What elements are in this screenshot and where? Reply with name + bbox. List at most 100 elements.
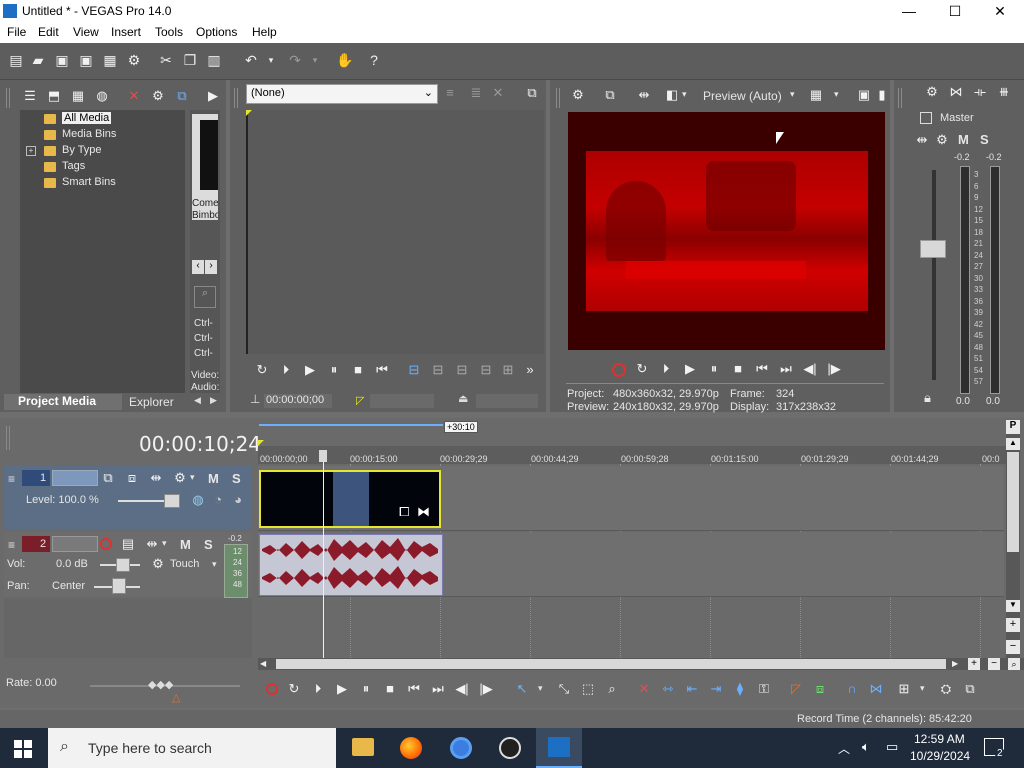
panel-grip[interactable] bbox=[6, 88, 12, 108]
master-io-icon[interactable]: ⇹ bbox=[914, 132, 930, 148]
stop-icon[interactable]: ■ bbox=[350, 362, 366, 378]
ignore-grouping-icon[interactable]: ⧉ bbox=[962, 681, 978, 697]
trim-tool-2-icon[interactable]: ≣ bbox=[468, 85, 484, 101]
help-icon[interactable]: ? bbox=[366, 52, 382, 68]
mixer-previous-icon[interactable]: ⋈ bbox=[948, 84, 964, 100]
scroll-thumb[interactable] bbox=[1007, 452, 1019, 552]
playhead-handle-icon[interactable] bbox=[319, 450, 327, 462]
video-track-header[interactable]: ≡ 1 ⧉ ⧈ ⇹ ⚙ ▾ M S Level: 100.0 % ◍ ◔ ◕ bbox=[4, 466, 252, 530]
next-frame-icon[interactable]: |▶ bbox=[478, 681, 494, 697]
get-media-icon[interactable]: ◍ bbox=[94, 88, 110, 104]
media-dropdown[interactable]: (None) ⌄ bbox=[246, 84, 438, 104]
preview-frame[interactable] bbox=[568, 112, 885, 350]
timeline-grip[interactable] bbox=[6, 426, 12, 450]
split-screen-icon[interactable]: ⇹ bbox=[636, 87, 652, 103]
track-settings-icon[interactable]: ⚙ bbox=[172, 470, 188, 486]
play-from-start-icon[interactable]: ⏵ bbox=[310, 681, 326, 697]
media-thumbnail[interactable]: Come Bimbo bbox=[192, 114, 218, 221]
loop-icon[interactable]: ↻ bbox=[286, 681, 302, 697]
split-icon[interactable]: ⧫ bbox=[732, 681, 748, 697]
audio-track-header[interactable]: ≡ 2 ▤ ⇹ ▾ M S -0.2 12 24 36 48 Vol: 0.0 … bbox=[4, 532, 252, 598]
record-icon[interactable] bbox=[612, 363, 626, 377]
rate-slider-handle[interactable]: ◆◆◆ bbox=[148, 678, 173, 691]
track-fx-icon[interactable]: ▤ bbox=[120, 536, 136, 552]
trim-clear-icon[interactable]: ✕ bbox=[490, 85, 506, 101]
volume-icon[interactable]: 🔈︎ bbox=[862, 739, 870, 755]
taskbar-date[interactable]: 10/29/2024 bbox=[910, 749, 970, 763]
zoom-tool-icon[interactable]: ⌕ bbox=[1008, 658, 1020, 670]
play-from-start-icon[interactable]: ⏵ bbox=[658, 361, 674, 377]
tree-item-all-media[interactable]: All Media bbox=[62, 112, 112, 124]
file-explorer-icon[interactable] bbox=[352, 738, 374, 756]
play-icon[interactable]: ▶ bbox=[682, 361, 698, 377]
mixer-settings-icon[interactable]: ⚙ bbox=[924, 84, 940, 100]
audio-event[interactable] bbox=[259, 534, 443, 596]
capture-icon[interactable]: ▦ bbox=[70, 88, 86, 104]
pause-icon[interactable]: ⏸ bbox=[358, 681, 374, 697]
overlays-icon[interactable]: ◧ bbox=[664, 87, 680, 103]
video-solo-button[interactable]: S bbox=[232, 471, 241, 486]
menu-tools[interactable]: Tools bbox=[155, 25, 183, 39]
save-as-icon[interactable]: ▣ bbox=[78, 52, 94, 68]
tab-explorer[interactable]: Explorer bbox=[129, 395, 174, 409]
master-fx-icon[interactable]: ⚙ bbox=[934, 132, 950, 148]
ripple-dropdown-icon[interactable]: ▾ bbox=[920, 683, 925, 694]
p-button[interactable]: P bbox=[1006, 420, 1020, 434]
windows-start-icon[interactable] bbox=[14, 740, 32, 758]
menu-view[interactable]: View bbox=[73, 25, 99, 39]
scroll-left-icon[interactable]: ‹ bbox=[192, 260, 204, 274]
zoom-tool-icon[interactable]: ⌕ bbox=[604, 681, 620, 697]
delete-icon[interactable]: ✕ bbox=[636, 681, 652, 697]
compositing-icon[interactable]: ⇹ bbox=[148, 470, 164, 486]
master-fader-handle[interactable] bbox=[920, 240, 946, 258]
play-icon[interactable]: ▶ bbox=[334, 681, 350, 697]
tree-item-by-type[interactable]: By Type bbox=[62, 144, 102, 156]
panel-grip[interactable] bbox=[898, 88, 904, 108]
trimmer-viewport[interactable] bbox=[246, 110, 544, 354]
event-pan-crop-icon[interactable]: ⧠ bbox=[399, 504, 409, 520]
automation-mode[interactable]: Touch bbox=[170, 558, 199, 570]
hand-icon[interactable]: ✋ bbox=[336, 52, 353, 68]
tab-scroll-right-icon[interactable]: ▶ bbox=[210, 395, 217, 406]
insert-region-icon[interactable]: ⧈ bbox=[812, 681, 828, 697]
add-to-timeline-icon[interactable]: ⊟ bbox=[406, 362, 422, 378]
go-to-start-icon[interactable]: ⏮ bbox=[406, 681, 422, 697]
timeline-horizontal-scrollbar[interactable]: ◀ ▶ + − ⌕ bbox=[258, 658, 1024, 670]
scroll-right-icon[interactable]: › bbox=[205, 260, 217, 274]
zoom-in-vertical-icon[interactable]: + bbox=[1006, 618, 1020, 632]
trim-start-icon[interactable]: ⇤ bbox=[684, 681, 700, 697]
network-icon[interactable]: ▭ bbox=[886, 739, 898, 755]
render-icon[interactable]: ▦ bbox=[102, 52, 118, 68]
remove-icon[interactable]: ✕ bbox=[126, 88, 142, 104]
import-media-icon[interactable]: ⬒ bbox=[46, 88, 62, 104]
selection-tool-icon[interactable]: ⬚ bbox=[580, 681, 596, 697]
grid-icon[interactable]: ▦ bbox=[808, 87, 824, 103]
vol-slider-handle[interactable] bbox=[116, 558, 130, 572]
tray-chevron-icon[interactable]: ︿ bbox=[838, 740, 850, 757]
views-icon[interactable]: ☰ bbox=[22, 88, 38, 104]
copy-icon[interactable]: ❐ bbox=[182, 52, 198, 68]
previous-icon[interactable]: ⏮ bbox=[754, 361, 770, 377]
generators-icon[interactable]: ⧉ bbox=[174, 88, 190, 104]
fx-icon[interactable]: ⚙ bbox=[150, 88, 166, 104]
track-settings-dropdown-icon[interactable]: ▾ bbox=[190, 472, 195, 483]
play-from-start-icon[interactable]: ⏵ bbox=[278, 362, 294, 378]
maximize-button[interactable]: ☐ bbox=[932, 0, 978, 23]
mixer-sliders-icon[interactable]: ⧻ bbox=[996, 84, 1012, 100]
menu-insert[interactable]: Insert bbox=[111, 25, 141, 39]
scroll-up-icon[interactable]: ▲ bbox=[1006, 438, 1020, 450]
taskbar-search-box[interactable]: ⌕ Type here to search bbox=[48, 728, 336, 768]
preview-quality-dropdown-icon[interactable]: ▾ bbox=[790, 89, 795, 100]
next-icon[interactable]: ⏭ bbox=[778, 361, 794, 377]
pause-icon[interactable]: ⏸ bbox=[706, 361, 722, 377]
master-mute-button[interactable]: M bbox=[958, 132, 969, 147]
io-dropdown-icon[interactable]: ▾ bbox=[162, 538, 167, 549]
scroll-right-icon[interactable]: ▶ bbox=[952, 659, 958, 668]
tree-item-media-bins[interactable]: Media Bins bbox=[62, 128, 116, 140]
scroll-down-icon[interactable]: ▼ bbox=[1006, 600, 1020, 612]
previous-icon[interactable]: ⏮ bbox=[374, 362, 390, 378]
audio-mute-button[interactable]: M bbox=[180, 537, 191, 552]
zoom-in-horizontal-icon[interactable]: + bbox=[968, 658, 980, 670]
edit-tool-dropdown-icon[interactable]: ▾ bbox=[538, 683, 543, 694]
preview-quality[interactable]: Preview (Auto) bbox=[703, 89, 782, 103]
